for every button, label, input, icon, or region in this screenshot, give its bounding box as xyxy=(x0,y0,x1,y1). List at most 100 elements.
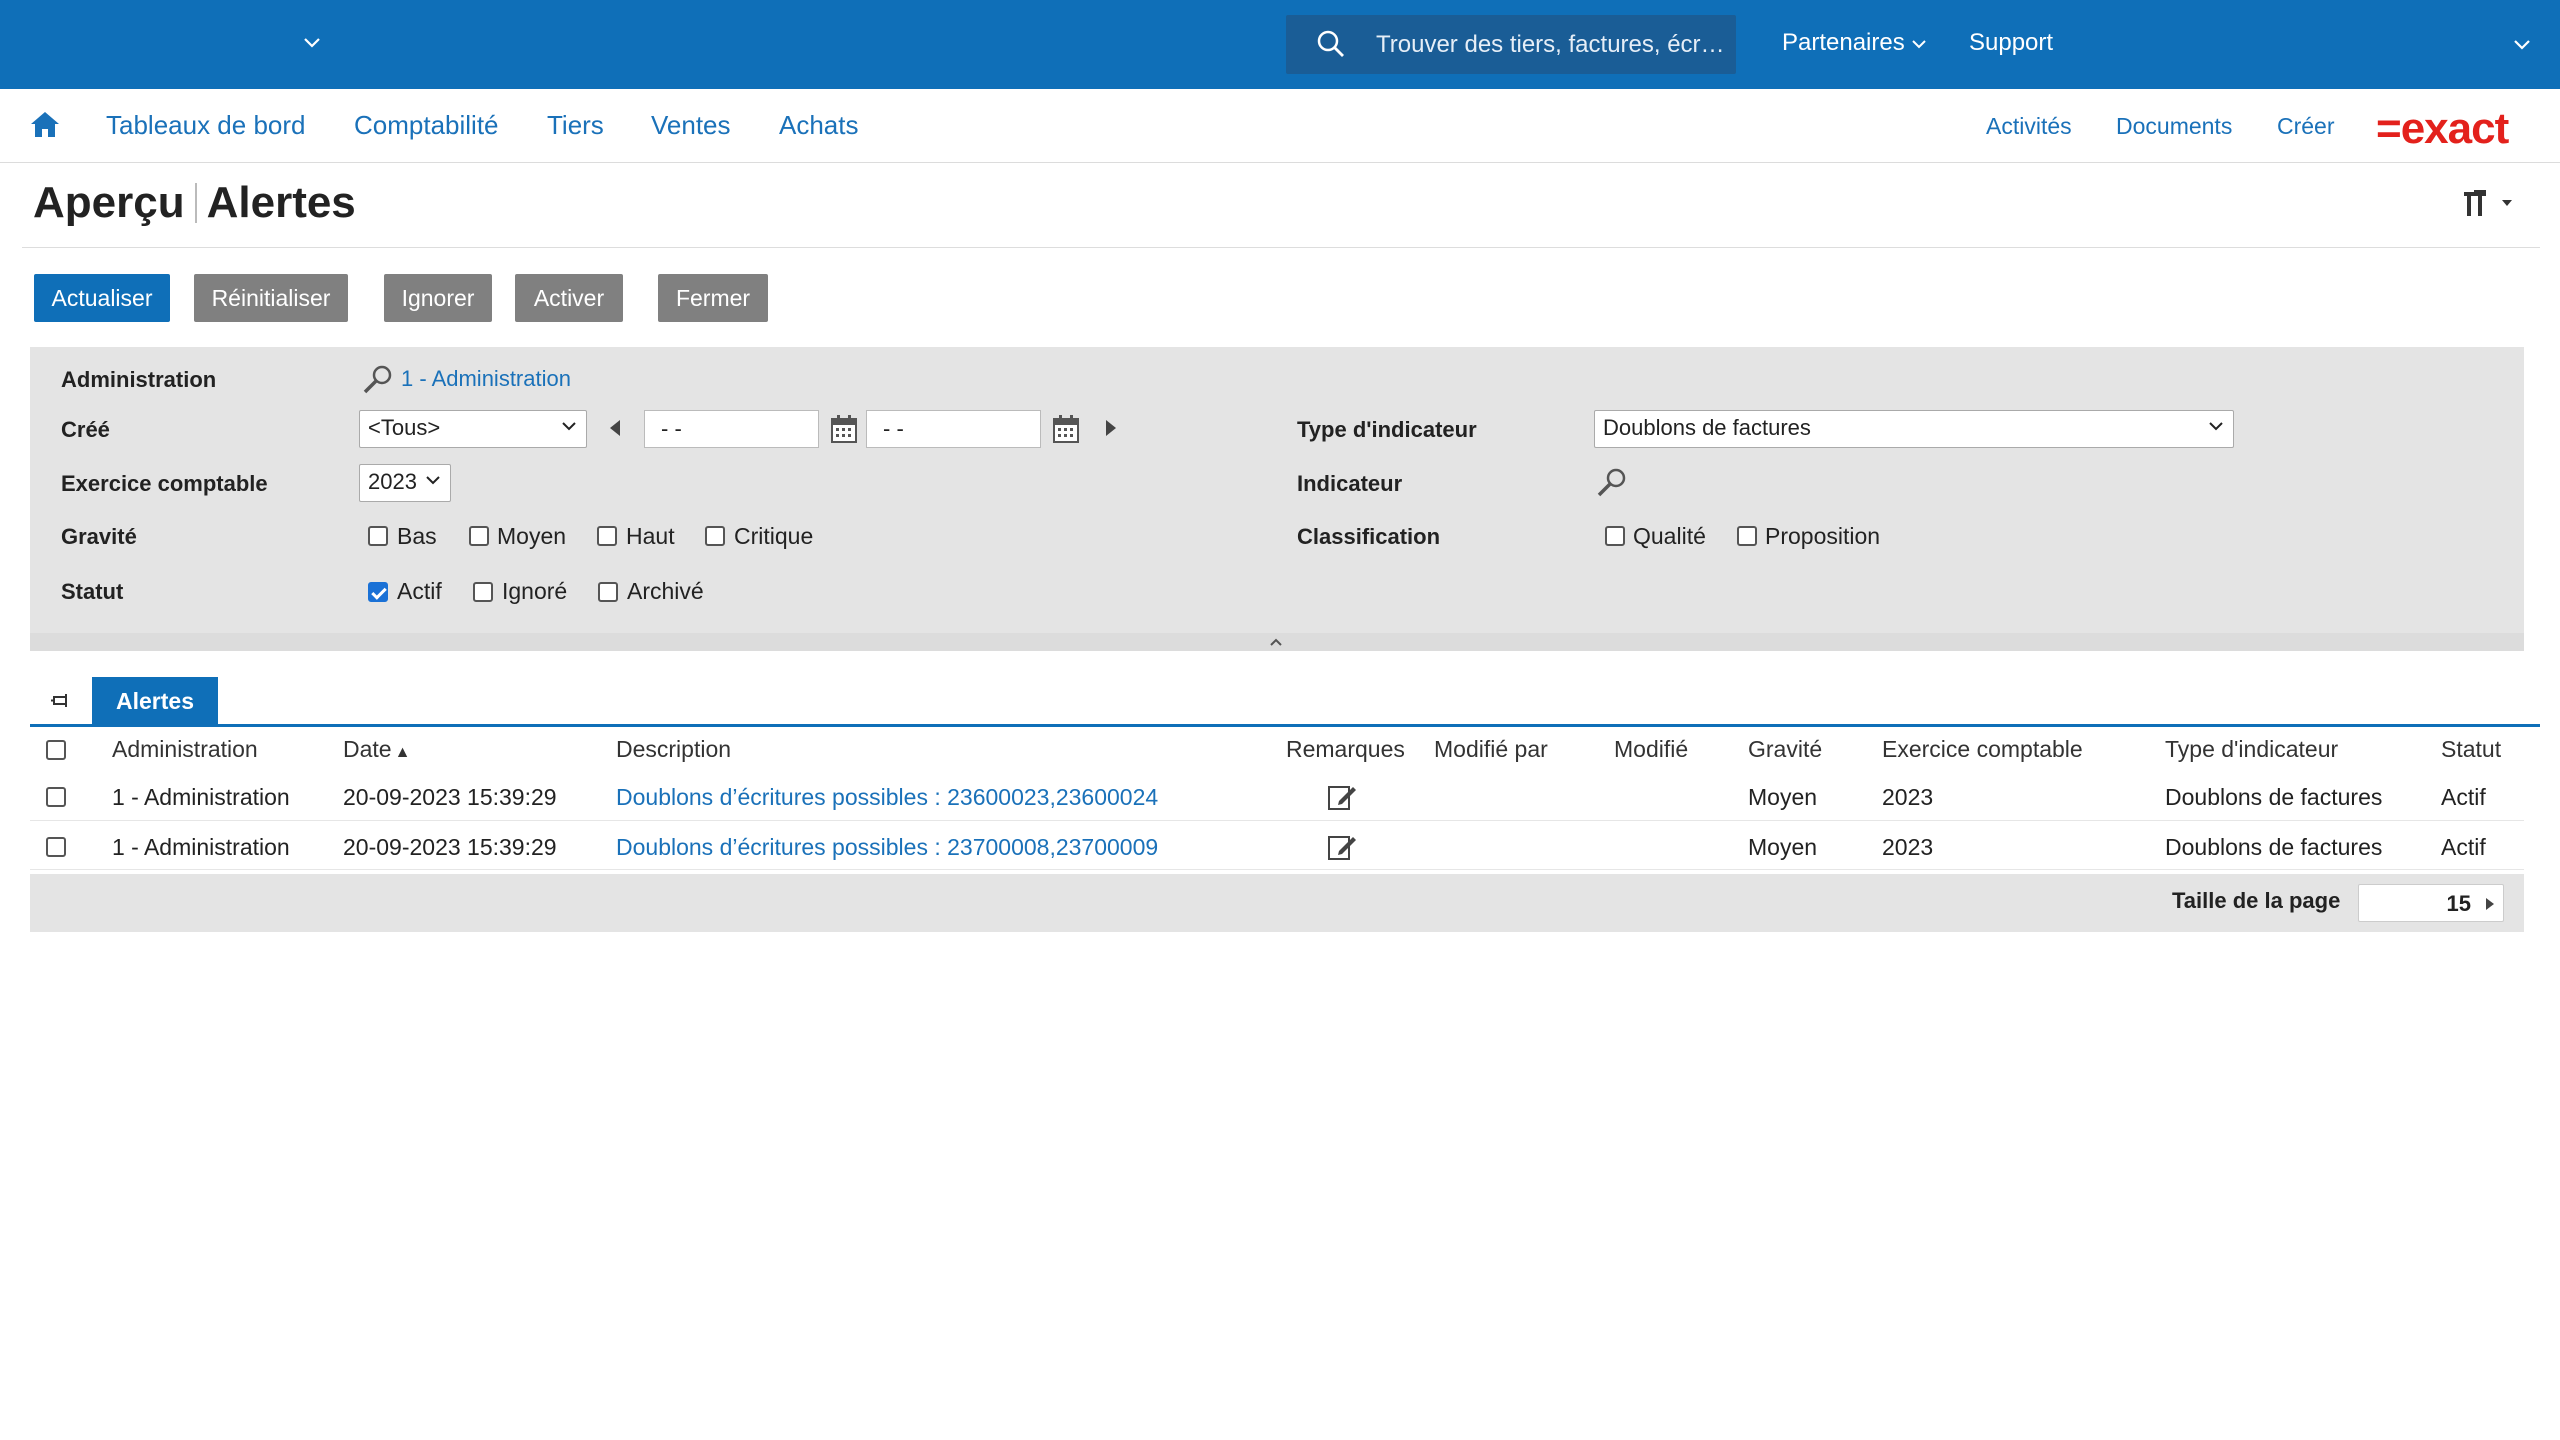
activate-button[interactable]: Activer xyxy=(515,274,623,322)
column-header-indicator-type[interactable]: Type d'indicateur xyxy=(2165,736,2338,763)
sort-ascending-icon: ▲ xyxy=(394,744,411,761)
fiscal-year-label: Exercice comptable xyxy=(61,471,268,496)
nav-create[interactable]: Créer xyxy=(2277,113,2335,140)
nav-accounting[interactable]: Comptabilité xyxy=(354,110,499,141)
date-from-input[interactable]: - - xyxy=(644,410,819,448)
column-header-status[interactable]: Statut xyxy=(2441,736,2501,763)
severity-high-checkbox[interactable] xyxy=(597,526,617,546)
column-header-severity[interactable]: Gravité xyxy=(1748,736,1822,763)
created-label: Créé xyxy=(61,417,110,442)
classification-quality-checkbox[interactable] xyxy=(1605,526,1625,546)
pin-icon[interactable] xyxy=(50,690,72,712)
status-active-label: Actif xyxy=(397,578,442,604)
pager-bar xyxy=(30,874,2524,932)
next-period-arrow-icon[interactable] xyxy=(1106,420,1116,436)
company-switch-chevron-icon[interactable] xyxy=(302,34,322,54)
cell-date: 20-09-2023 15:39:29 xyxy=(343,834,557,860)
close-button[interactable]: Fermer xyxy=(658,274,768,322)
administration-label: Administration xyxy=(61,367,217,392)
cell-status: Actif xyxy=(2441,784,2486,810)
severity-critical-checkbox[interactable] xyxy=(705,526,725,546)
administration-value-link[interactable]: 1 - Administration xyxy=(401,366,571,392)
column-header-date-label: Date xyxy=(343,736,392,762)
previous-period-arrow-icon[interactable] xyxy=(610,420,620,436)
nav-sales[interactable]: Ventes xyxy=(651,110,731,141)
nav-purchases[interactable]: Achats xyxy=(779,110,859,141)
nav-documents[interactable]: Documents xyxy=(2116,113,2232,140)
indicator-type-label: Type d'indicateur xyxy=(1297,417,1477,442)
main-nav: Tableaux de bord Comptabilité Tiers Vent… xyxy=(0,89,2560,163)
severity-medium-checkbox[interactable] xyxy=(469,526,489,546)
title-separator xyxy=(194,183,197,223)
status-archived-checkbox[interactable] xyxy=(598,582,618,602)
column-header-description[interactable]: Description xyxy=(616,736,731,763)
calendar-icon[interactable] xyxy=(1052,414,1080,444)
classification-proposal-checkbox[interactable] xyxy=(1737,526,1757,546)
chevron-down-icon xyxy=(562,422,576,431)
indicator-type-select-value: Doublons de factures xyxy=(1603,415,1811,440)
breadcrumb-overview[interactable]: Aperçu xyxy=(33,178,185,227)
page-title-alerts: Alertes xyxy=(206,178,356,227)
indicator-lookup-icon[interactable] xyxy=(1596,466,1628,498)
calendar-icon[interactable] xyxy=(830,414,858,444)
tools-icon[interactable] xyxy=(2464,188,2522,218)
indicator-type-select[interactable]: Doublons de factures xyxy=(1594,410,2234,448)
severity-low-label: Bas xyxy=(397,523,437,549)
column-header-remarks[interactable]: Remarques xyxy=(1286,736,1405,763)
tab-alerts[interactable]: Alertes xyxy=(92,677,218,725)
row-checkbox[interactable] xyxy=(46,837,66,857)
user-menu-chevron-icon[interactable] xyxy=(2512,36,2532,56)
select-all-checkbox[interactable] xyxy=(46,740,66,760)
date-to-input[interactable]: - - xyxy=(866,410,1041,448)
cell-administration: 1 - Administration xyxy=(112,784,290,810)
cell-indicator-type: Doublons de factures xyxy=(2165,784,2383,810)
status-label: Statut xyxy=(61,579,124,604)
global-search[interactable]: Trouver des tiers, factures, écr… xyxy=(1286,15,1736,74)
home-icon[interactable] xyxy=(30,110,60,138)
cell-indicator-type: Doublons de factures xyxy=(2165,834,2383,860)
status-ignored-checkbox[interactable] xyxy=(473,582,493,602)
page-title: Aperçu Alertes xyxy=(33,178,356,228)
page-size-input[interactable]: 15 xyxy=(2358,884,2504,922)
column-header-date[interactable]: Date ▲ xyxy=(343,736,410,763)
administration-lookup-icon[interactable] xyxy=(362,363,394,395)
page-size-arrow-icon[interactable] xyxy=(2486,898,2494,910)
status-active-checkbox[interactable] xyxy=(368,582,388,602)
nav-relations[interactable]: Tiers xyxy=(547,110,604,141)
partners-menu[interactable]: Partenaires xyxy=(1782,29,1927,57)
column-header-modified[interactable]: Modifié xyxy=(1614,736,1688,763)
refresh-button[interactable]: Actualiser xyxy=(34,274,170,322)
tab-underline xyxy=(30,724,2540,727)
search-icon xyxy=(1317,30,1344,57)
cell-description-link[interactable]: Doublons d’écritures possibles : 2360002… xyxy=(616,784,1158,811)
nav-dashboards[interactable]: Tableaux de bord xyxy=(106,110,305,141)
column-header-fiscal-year[interactable]: Exercice comptable xyxy=(1882,736,2083,763)
support-link[interactable]: Support xyxy=(1969,29,2053,57)
edit-note-icon[interactable] xyxy=(1327,832,1357,862)
severity-critical-label: Critique xyxy=(734,523,814,549)
nav-activities[interactable]: Activités xyxy=(1986,113,2072,140)
reset-button[interactable]: Réinitialiser xyxy=(194,274,348,322)
indicator-label: Indicateur xyxy=(1297,471,1403,496)
cell-description-link[interactable]: Doublons d’écritures possibles : 2370000… xyxy=(616,834,1158,861)
status-archived-label: Archivé xyxy=(627,578,704,604)
fiscal-year-select[interactable]: 2023 xyxy=(359,464,451,502)
column-header-modified-by[interactable]: Modifié par xyxy=(1434,736,1548,763)
severity-low-checkbox[interactable] xyxy=(368,526,388,546)
cell-fiscal-year: 2023 xyxy=(1882,834,1934,860)
page-size-label: Taille de la page xyxy=(2172,888,2341,913)
row-checkbox[interactable] xyxy=(46,787,66,807)
edit-note-icon[interactable] xyxy=(1327,782,1357,812)
ignore-button[interactable]: Ignorer xyxy=(384,274,492,322)
cell-severity: Moyen xyxy=(1748,784,1818,810)
status-ignored-label: Ignoré xyxy=(502,578,568,604)
page-size-value: 15 xyxy=(2446,891,2471,916)
filter-collapse-bar[interactable] xyxy=(30,633,2524,651)
severity-medium-label: Moyen xyxy=(497,523,567,549)
column-header-administration[interactable]: Administration xyxy=(112,736,258,763)
classification-proposal-label: Proposition xyxy=(1765,523,1881,549)
created-select-value: <Tous> xyxy=(368,415,441,440)
created-select[interactable]: <Tous> xyxy=(359,410,587,448)
exact-logo[interactable]: =exact xyxy=(2376,104,2509,154)
search-placeholder: Trouver des tiers, factures, écr… xyxy=(1376,31,1725,58)
